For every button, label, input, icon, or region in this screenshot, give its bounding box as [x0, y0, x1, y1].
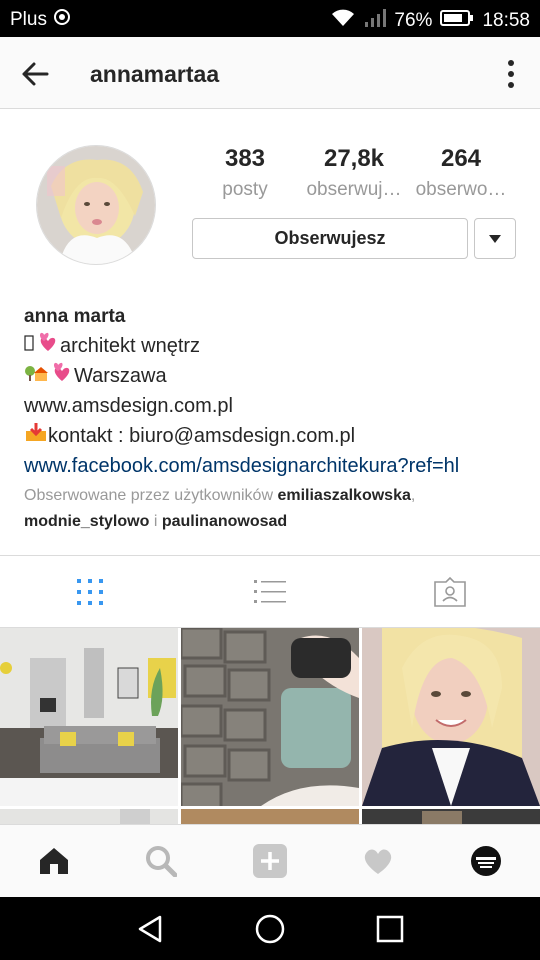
clock: 18:58 — [482, 10, 530, 31]
profile-tabs — [0, 557, 540, 627]
tab-list[interactable] — [180, 557, 360, 627]
home-icon — [40, 848, 68, 874]
page-title: annamartaa — [90, 61, 220, 87]
following-button[interactable]: Obserwujesz — [192, 218, 468, 259]
signal-icon — [364, 8, 387, 34]
bio-profession: architekt wnętrz — [60, 335, 201, 357]
grid-icon — [77, 579, 103, 605]
grid-photo[interactable] — [362, 628, 540, 806]
divider — [0, 555, 540, 556]
profile-bio: anna marta architekt wnętrz Warszawa www… — [24, 305, 524, 535]
profile-avatar-icon — [471, 846, 501, 876]
posts-count: 383 — [224, 145, 266, 172]
triangle-back-icon — [138, 915, 162, 943]
bio-line-profession: architekt wnętrz — [24, 331, 524, 361]
bottom-navigation — [0, 824, 540, 897]
followed-by-prefix: Obserwowane przez użytkowników — [24, 487, 273, 504]
nav-home[interactable] — [36, 843, 72, 879]
caret-down-icon — [489, 234, 501, 243]
heart-icon — [364, 849, 392, 874]
photo-grid — [0, 628, 540, 824]
wifi-icon — [330, 8, 356, 34]
followed-by-user-2[interactable]: modnie_stylowo — [24, 513, 149, 530]
bio-facebook-link[interactable]: www.facebook.com/amsdesignarchitekura?re… — [24, 451, 524, 481]
nav-activity[interactable] — [360, 843, 396, 879]
more-options-button[interactable] — [506, 59, 516, 89]
square-recents-icon — [376, 915, 404, 943]
suggestions-dropdown-button[interactable] — [474, 218, 516, 259]
unknown-glyph-icon — [24, 332, 34, 362]
stat-followers[interactable]: 27,8k obserwuj… — [299, 145, 409, 207]
two-hearts-icon — [48, 361, 74, 392]
app-header: annamartaa — [0, 37, 540, 109]
bio-contact: kontakt : biuro@amsdesign.com.pl — [48, 425, 356, 447]
system-home-button[interactable] — [254, 913, 286, 945]
bio-location: Warszawa — [74, 365, 167, 387]
nav-profile[interactable] — [468, 843, 504, 879]
system-navigation-bar — [0, 897, 540, 960]
tab-tagged[interactable] — [360, 557, 540, 627]
grid-photo[interactable] — [0, 628, 178, 806]
grid-photo[interactable] — [181, 809, 359, 824]
system-back-button[interactable] — [134, 913, 166, 945]
profile-stats: 383 posty 27,8k obserwuj… 264 obserwo… — [192, 145, 516, 215]
search-icon — [146, 846, 177, 877]
grid-photo[interactable] — [181, 628, 359, 806]
nav-search[interactable] — [143, 843, 179, 879]
profile-name: anna marta — [24, 306, 126, 327]
back-arrow-icon — [22, 62, 49, 86]
bio-website: www.amsdesign.com.pl — [24, 395, 233, 417]
followed-by-separator: i — [153, 513, 158, 530]
followers-count: 27,8k — [323, 145, 385, 172]
system-recents-button[interactable] — [374, 913, 406, 945]
bio-line-contact: kontakt : biuro@amsdesign.com.pl — [24, 421, 524, 451]
avatar[interactable] — [36, 145, 156, 265]
posts-label: posty — [222, 179, 268, 200]
house-tree-icon — [24, 361, 48, 392]
back-button[interactable] — [20, 59, 50, 89]
circle-home-icon — [255, 914, 285, 944]
followed-by-separator: , — [410, 487, 416, 504]
stat-posts[interactable]: 383 posty — [190, 145, 300, 207]
stat-following[interactable]: 264 obserwo… — [406, 145, 516, 207]
following-label: obserwo… — [415, 179, 507, 200]
following-count: 264 — [440, 145, 482, 172]
grid-photo[interactable] — [0, 809, 178, 824]
two-hearts-icon — [34, 331, 60, 362]
tagged-icon — [434, 576, 466, 607]
more-vertical-icon — [508, 60, 514, 88]
battery-icon — [440, 9, 474, 33]
nav-new-post[interactable] — [252, 843, 288, 879]
status-bar: Plus 76% 18:58 — [0, 0, 540, 37]
carrier-label: Plus — [10, 9, 47, 30]
followed-by-user-1[interactable]: emiliaszalkowska — [277, 487, 410, 504]
add-post-icon — [253, 844, 287, 878]
followers-label: obserwuj… — [306, 179, 402, 200]
hotspot-icon — [53, 8, 71, 32]
followed-by-user-3[interactable]: paulinanowosad — [162, 513, 287, 530]
bio-line-location: Warszawa — [24, 361, 524, 391]
battery-percent: 76% — [394, 10, 433, 31]
followed-by[interactable]: Obserwowane przez użytkowników emiliasza… — [24, 483, 524, 535]
grid-photo[interactable] — [362, 809, 540, 824]
list-icon — [254, 580, 286, 603]
tab-grid[interactable] — [0, 557, 180, 627]
inbox-tray-icon — [24, 421, 48, 452]
